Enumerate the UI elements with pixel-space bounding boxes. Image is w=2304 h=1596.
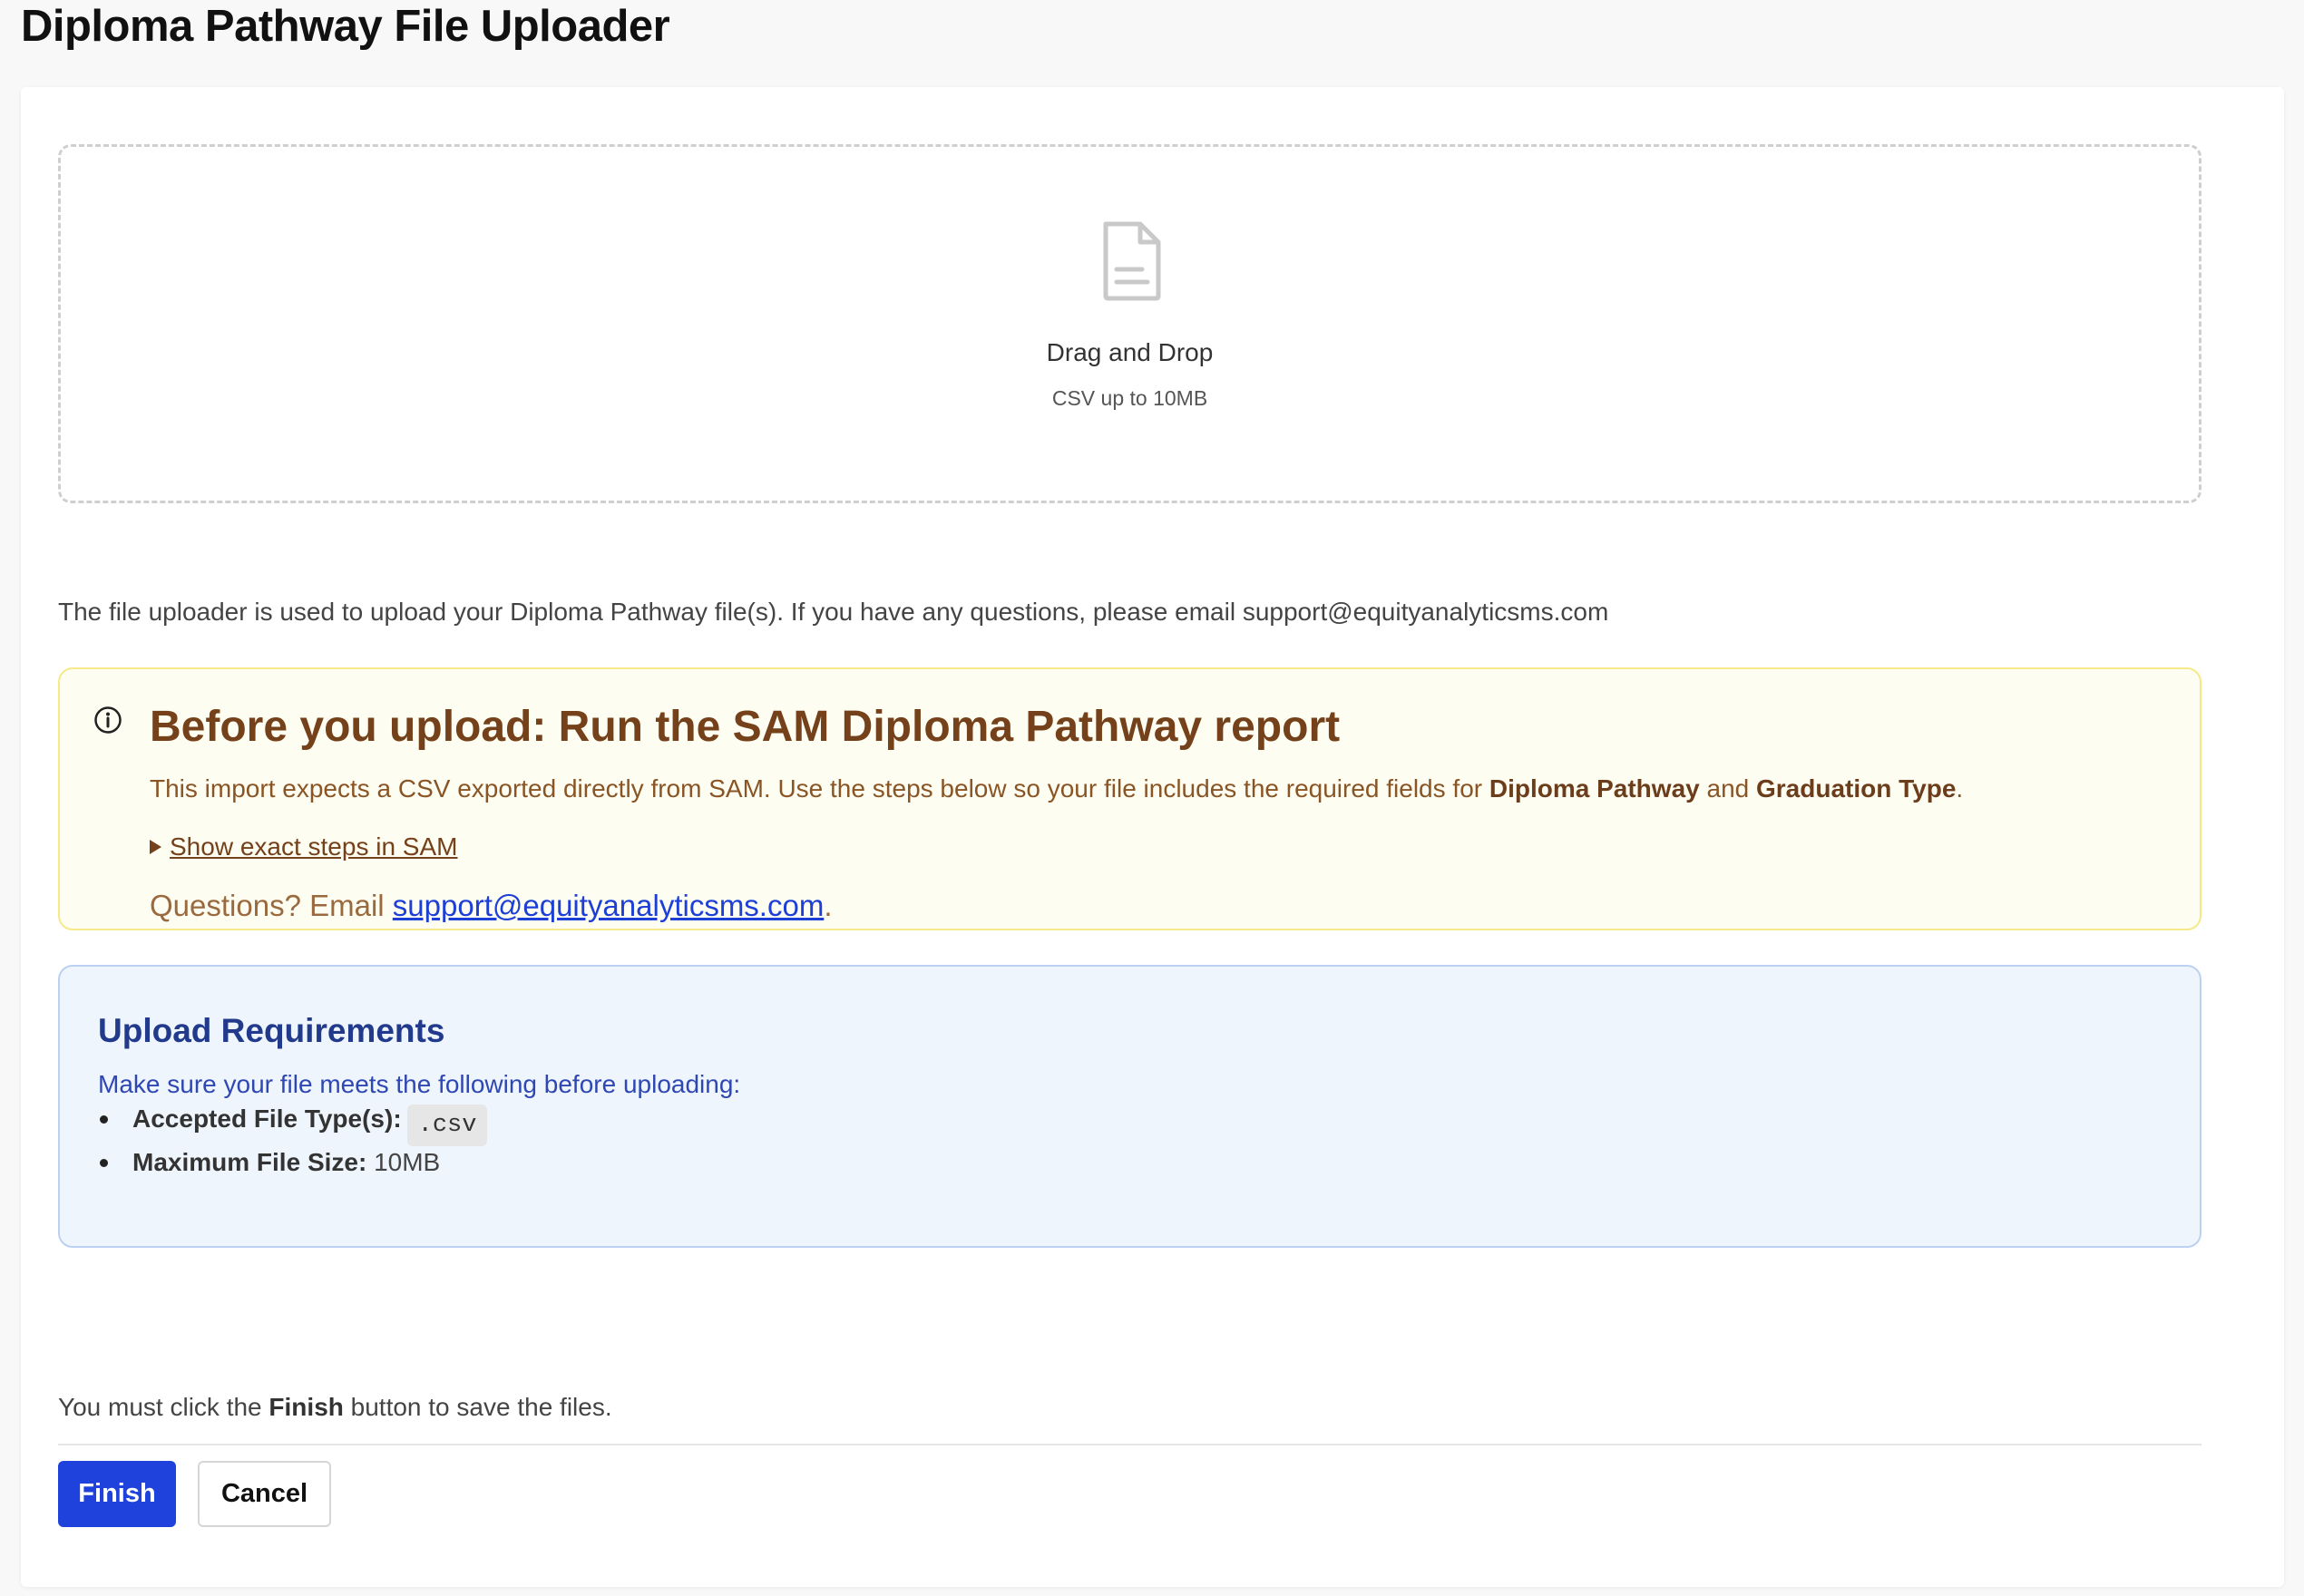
dropzone-subtitle: CSV up to 10MB bbox=[1051, 386, 1208, 410]
footer-divider bbox=[58, 1444, 2201, 1445]
document-icon bbox=[1103, 221, 1161, 301]
file-dropzone[interactable]: Drag and Drop CSV up to 10MB bbox=[58, 144, 2201, 503]
finish-instruction: You must click the Finish button to save… bbox=[58, 1391, 612, 1424]
notice-questions: Questions? Email support@equityanalytics… bbox=[150, 887, 833, 925]
finish-note-prefix: You must click the bbox=[58, 1393, 269, 1421]
intro-text: The file uploader is used to upload your… bbox=[58, 598, 1609, 626]
show-steps-label: Show exact steps in SAM bbox=[170, 832, 458, 861]
requirement-max-size: Maximum File Size: 10MB bbox=[99, 1146, 441, 1179]
questions-suffix: . bbox=[824, 889, 833, 922]
notice-body-and: and bbox=[1699, 774, 1756, 803]
notice-body-prefix: This import expects a CSV exported direc… bbox=[150, 774, 1489, 803]
diploma-pathway-field: Diploma Pathway bbox=[1489, 774, 1700, 803]
info-icon bbox=[94, 706, 122, 734]
graduation-type-field: Graduation Type bbox=[1756, 774, 1957, 803]
cancel-button[interactable]: Cancel bbox=[198, 1461, 331, 1527]
support-email-link[interactable]: support@equityanalyticsms.com bbox=[393, 889, 825, 922]
page-title: Diploma Pathway File Uploader bbox=[21, 2, 670, 51]
finish-note-bold: Finish bbox=[268, 1393, 344, 1421]
sam-report-notice: Before you upload: Run the SAM Diploma P… bbox=[58, 667, 2201, 930]
finish-button[interactable]: Finish bbox=[58, 1461, 176, 1527]
file-type-code: .csv bbox=[406, 1105, 488, 1146]
notice-body-suffix: . bbox=[1956, 774, 1964, 803]
questions-prefix: Questions? Email bbox=[150, 889, 393, 922]
dropzone-title: Drag and Drop bbox=[1046, 338, 1214, 366]
show-steps-toggle[interactable]: Show exact steps in SAM bbox=[150, 831, 457, 863]
requirement-label: Maximum File Size: bbox=[132, 1148, 367, 1176]
notice-body: This import expects a CSV exported direc… bbox=[150, 773, 1963, 805]
upload-requirements-panel: Upload Requirements Make sure your file … bbox=[58, 965, 2201, 1248]
requirements-heading: Upload Requirements bbox=[98, 1012, 445, 1049]
requirement-label: Accepted File Type(s): bbox=[132, 1105, 402, 1133]
finish-note-suffix: button to save the files. bbox=[343, 1393, 612, 1421]
disclosure-triangle-icon bbox=[150, 840, 161, 854]
requirement-file-type: Accepted File Type(s): .csv bbox=[99, 1103, 488, 1146]
max-size-value: 10MB bbox=[374, 1148, 441, 1176]
requirements-subtitle: Make sure your file meets the following … bbox=[98, 1070, 741, 1098]
notice-heading: Before you upload: Run the SAM Diploma P… bbox=[150, 703, 1341, 751]
